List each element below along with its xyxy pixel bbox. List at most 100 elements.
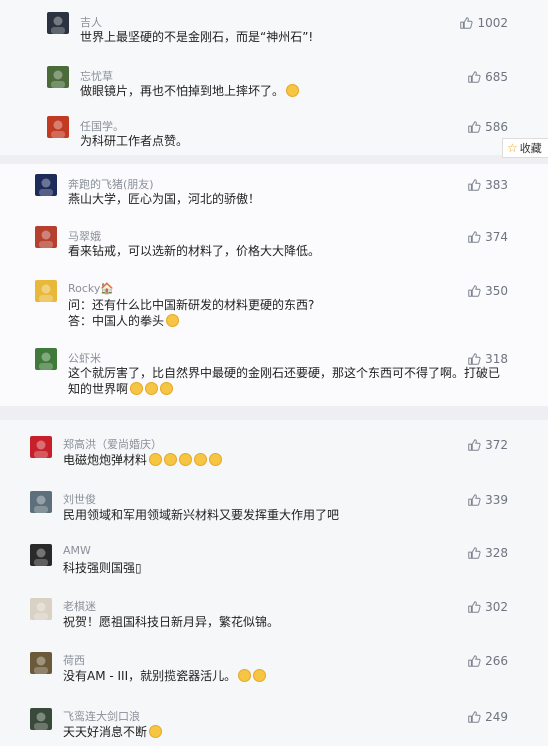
thumbs-up-icon [467, 710, 481, 724]
comment-username[interactable]: 飞鸾连大剑口浪 [63, 708, 140, 724]
thumbs-up-icon [467, 352, 481, 366]
like-button[interactable]: 339 [467, 493, 508, 507]
avatar[interactable] [35, 174, 57, 196]
avatar[interactable] [30, 652, 52, 674]
comment-text: 祝贺！愿祖国科技日新月异，繁花似锦。 [63, 614, 279, 630]
avatar[interactable] [30, 708, 52, 730]
comment-text-line: 答：中国人的拳头 [68, 314, 165, 328]
emoji-icon [253, 669, 267, 682]
like-count: 339 [485, 493, 508, 507]
comment-text-line: 世界上最坚硬的不是金刚石，而是“神州石”! [80, 30, 314, 44]
emoji-icon [145, 382, 159, 395]
comment-item: 吉人 世界上最坚硬的不是金刚石，而是“神州石”! 1002 [0, 8, 548, 68]
comment-text: 看来钻戒，可以选新的材料了，价格大大降低。 [68, 243, 320, 259]
thumbs-up-icon [467, 120, 481, 134]
favorite-button[interactable]: ☆ 收藏 [502, 138, 548, 158]
comment-text-line: 燕山大学，匠心为国，河北的骄傲！ [68, 192, 261, 206]
avatar[interactable] [30, 598, 52, 620]
emoji-icon [166, 314, 180, 327]
like-count: 350 [485, 284, 508, 298]
like-count: 372 [485, 438, 508, 452]
emoji-icon [209, 453, 223, 466]
thumbs-up-icon [459, 16, 474, 30]
comment-item: Rocky🏠 问：还有什么比中国新研发的材料更硬的东西? 答：中国人的拳头 350 [0, 276, 548, 336]
comment-username[interactable]: 荷西 [63, 652, 85, 668]
comment-username[interactable]: 吉人 [80, 14, 102, 30]
comment-username[interactable]: Rocky🏠 [68, 282, 114, 295]
comment-item: 荷西 没有AM - III，就别揽瓷器活儿。 266 [0, 648, 548, 708]
comment-text-line: 民用领域和军用领域新兴材料又要发挥重大作用了吧 [63, 508, 340, 522]
comment-item: 郑高洪（爱尚婚庆） 电磁炮炮弹材料 372 [0, 432, 548, 492]
comment-item: 公虾米 这个就厉害了，比自然界中最硬的金刚石还要硬，那这个东西可不得了啊。打破已知… [0, 344, 548, 404]
like-button[interactable]: 318 [467, 352, 508, 366]
comment-username[interactable]: 任国学。 [80, 118, 124, 134]
comment-group-2: 奔跑的飞猪(朋友) 燕山大学，匠心为国，河北的骄傲！ 383 马翠娥 看来钻戒，可以选新… [0, 164, 548, 406]
thumbs-up-icon [467, 230, 481, 244]
comment-username[interactable]: 公虾米 [68, 350, 101, 366]
comment-username[interactable]: AMW [63, 544, 91, 557]
avatar[interactable] [35, 280, 57, 302]
comment-item: 任国学。 为科研工作者点赞。 586 [0, 112, 548, 155]
comment-item: AMW 科技强则国强▯ 328 [0, 540, 548, 600]
like-button[interactable]: 383 [467, 178, 508, 192]
like-button[interactable]: 374 [467, 230, 508, 244]
like-count: 586 [485, 120, 508, 134]
avatar[interactable] [30, 436, 52, 458]
like-button[interactable]: 1002 [459, 16, 508, 30]
comment-text: 为科研工作者点赞。 [80, 133, 188, 149]
comment-username[interactable]: 老棋迷 [63, 598, 96, 614]
like-button[interactable]: 350 [467, 284, 508, 298]
like-count: 302 [485, 600, 508, 614]
thumbs-up-icon [467, 70, 481, 84]
avatar[interactable] [47, 116, 69, 138]
avatar[interactable] [35, 348, 57, 370]
emoji-icon [149, 725, 163, 738]
avatar[interactable] [30, 491, 52, 513]
comment-text-line: 祝贺！愿祖国科技日新月异，繁花似锦。 [63, 615, 280, 629]
like-count: 374 [485, 230, 508, 244]
thumbs-up-icon [467, 438, 481, 452]
like-count: 1002 [477, 16, 508, 30]
emoji-icon [160, 382, 174, 395]
avatar[interactable] [47, 12, 69, 34]
emoji-icon [149, 453, 163, 466]
like-button[interactable]: 302 [467, 600, 508, 614]
comment-text: 天天好消息不断 [63, 724, 163, 740]
like-count: 249 [485, 710, 508, 724]
comment-username[interactable]: 忘忧草 [80, 68, 113, 84]
emoji-icon [130, 382, 144, 395]
emoji-icon [194, 453, 208, 466]
like-button[interactable]: 328 [467, 546, 508, 560]
like-button[interactable]: 372 [467, 438, 508, 452]
comment-username[interactable]: 马翠娥 [68, 228, 101, 244]
comment-text-line: 做眼镜片，再也不怕掉到地上摔坏了。 [80, 84, 285, 98]
emoji-icon [238, 669, 252, 682]
star-icon: ☆ [507, 141, 518, 155]
comment-text-line: 电磁炮炮弹材料 [63, 453, 148, 467]
like-count: 328 [485, 546, 508, 560]
comment-text: 做眼镜片，再也不怕掉到地上摔坏了。 [80, 83, 300, 99]
comment-group-1: 吉人 世界上最坚硬的不是金刚石，而是“神州石”! 1002 忘忧草 做眼镜片，再也不怕掉… [0, 0, 548, 155]
like-count: 685 [485, 70, 508, 84]
comment-text: 科技强则国强▯ [63, 560, 142, 576]
comment-item: 飞鸾连大剑口浪 天天好消息不断 249 [0, 704, 548, 746]
comment-text: 世界上最坚硬的不是金刚石，而是“神州石”! [80, 29, 313, 45]
thumbs-up-icon [467, 600, 481, 614]
comment-username[interactable]: 刘世俊 [63, 491, 96, 507]
comment-item: 马翠娥 看来钻戒，可以选新的材料了，价格大大降低。 374 [0, 222, 548, 282]
avatar[interactable] [30, 544, 52, 566]
comment-username[interactable]: 郑高洪（爱尚婚庆） [63, 436, 162, 452]
comment-text: 燕山大学，匠心为国，河北的骄傲！ [68, 191, 260, 207]
like-button[interactable]: 249 [467, 710, 508, 724]
avatar[interactable] [47, 66, 69, 88]
like-button[interactable]: 586 [467, 120, 508, 134]
avatar[interactable] [35, 226, 57, 248]
comment-username[interactable]: 奔跑的飞猪(朋友) [68, 176, 154, 192]
comment-text: 这个就厉害了，比自然界中最硬的金刚石还要硬，那这个东西可不得了啊。打破已 知的世界… [68, 365, 500, 397]
comment-text-line: 看来钻戒，可以选新的材料了，价格大大降低。 [68, 244, 321, 258]
comment-text-line: 科技强则国强▯ [63, 561, 142, 575]
emoji-icon [286, 84, 300, 97]
like-button[interactable]: 266 [467, 654, 508, 668]
like-button[interactable]: 685 [467, 70, 508, 84]
thumbs-up-icon [467, 284, 481, 298]
